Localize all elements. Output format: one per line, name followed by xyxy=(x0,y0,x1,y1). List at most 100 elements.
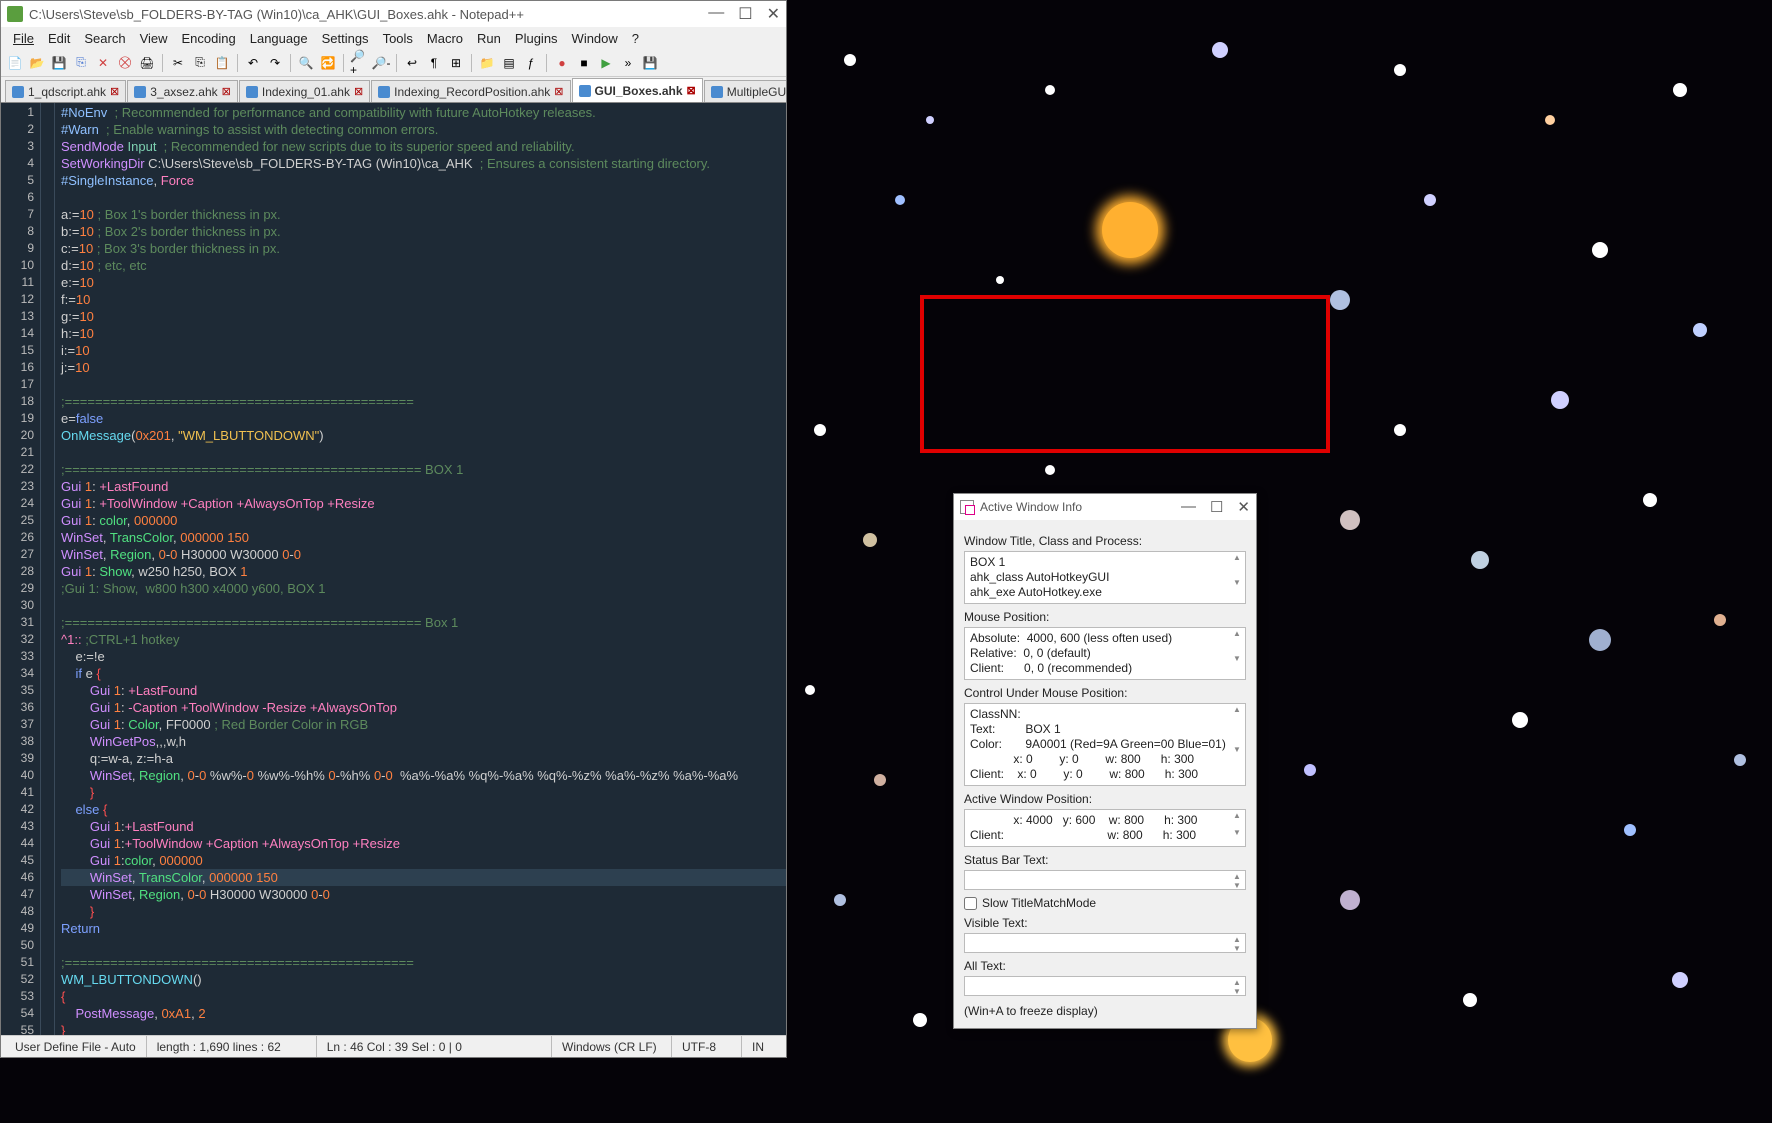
menu-encoding[interactable]: Encoding xyxy=(176,31,242,46)
menu-file[interactable]: File xyxy=(7,31,40,46)
zoom-out-icon[interactable]: 🔎- xyxy=(371,53,391,73)
notepadpp-window: C:\Users\Steve\sb_FOLDERS-BY-TAG (Win10)… xyxy=(0,0,787,1058)
menu-search[interactable]: Search xyxy=(78,31,131,46)
play-macro-icon[interactable]: ▶ xyxy=(596,53,616,73)
box-1-overlay[interactable] xyxy=(920,295,1330,453)
tab-3[interactable]: Indexing_RecordPosition.ahk⊠ xyxy=(371,80,570,102)
awi-maximize-button[interactable]: ☐ xyxy=(1210,498,1223,516)
star xyxy=(1212,42,1228,58)
star xyxy=(1045,465,1055,475)
new-file-icon[interactable]: 📄 xyxy=(5,53,25,73)
awi-title: Active Window Info xyxy=(980,500,1082,514)
record-macro-icon[interactable]: ● xyxy=(552,53,572,73)
star xyxy=(913,1013,927,1027)
doc-map-icon[interactable]: ▤ xyxy=(499,53,519,73)
file-icon xyxy=(246,86,258,98)
awi-field-mouse[interactable]: Absolute: 4000, 600 (less often used) Re… xyxy=(964,627,1246,680)
menu-run[interactable]: Run xyxy=(471,31,507,46)
status-eol: Windows (CR LF) xyxy=(552,1036,672,1057)
run-multiple-icon[interactable]: » xyxy=(618,53,638,73)
tab-1[interactable]: 3_axsez.ahk⊠ xyxy=(127,80,238,102)
npp-statusbar: User Define File - Auto length : 1,690 l… xyxy=(1,1035,786,1057)
tab-close-icon[interactable]: ⊠ xyxy=(354,85,363,98)
awi-field-winpos[interactable]: x: 4000 y: 600 w: 800 h: 300 Client: w: … xyxy=(964,809,1246,847)
cut-icon[interactable]: ✂ xyxy=(168,53,188,73)
paste-icon[interactable]: 📋 xyxy=(212,53,232,73)
star xyxy=(1512,712,1528,728)
awi-label-mouse: Mouse Position: xyxy=(964,610,1246,624)
menu-help[interactable]: ? xyxy=(626,31,645,46)
save-icon[interactable]: 💾 xyxy=(49,53,69,73)
file-icon xyxy=(134,86,146,98)
awi-titlebar[interactable]: Active Window Info — ☐ ✕ xyxy=(954,494,1256,520)
redo-icon[interactable]: ↷ xyxy=(265,53,285,73)
star xyxy=(1734,754,1746,766)
active-window-info-dialog: Active Window Info — ☐ ✕ Window Title, C… xyxy=(953,493,1257,1029)
print-icon[interactable]: 🖨 xyxy=(137,53,157,73)
menu-window[interactable]: Window xyxy=(566,31,624,46)
menu-view[interactable]: View xyxy=(134,31,174,46)
fold-gutter[interactable] xyxy=(41,103,55,1035)
file-icon xyxy=(12,86,24,98)
awi-field-status[interactable]: ▲▼ xyxy=(964,870,1246,890)
menu-language[interactable]: Language xyxy=(244,31,314,46)
menu-tools[interactable]: Tools xyxy=(377,31,419,46)
wordwrap-icon[interactable]: ↩ xyxy=(402,53,422,73)
close-all-icon[interactable]: ⛒ xyxy=(115,53,135,73)
awi-field-control[interactable]: ClassNN: Text: BOX 1 Color: 9A0001 (Red=… xyxy=(964,703,1246,786)
star xyxy=(1340,890,1360,910)
awi-minimize-button[interactable]: — xyxy=(1181,498,1196,516)
awi-field-alltext[interactable]: ▲▼ xyxy=(964,976,1246,996)
tab-close-icon[interactable]: ⊠ xyxy=(554,85,563,98)
awi-slow-titlematch-checkbox[interactable]: Slow TitleMatchMode xyxy=(964,896,1246,910)
npp-toolbar: 📄 📂 💾 ⎘ ✕ ⛒ 🖨 ✂ ⎘ 📋 ↶ ↷ 🔍 🔁 🔎+ 🔎- ↩ ¶ ⊞ … xyxy=(1,49,786,77)
minimize-button[interactable]: — xyxy=(708,4,724,24)
npp-editor[interactable]: 1234567891011121314151617181920212223242… xyxy=(1,103,786,1035)
menu-edit[interactable]: Edit xyxy=(42,31,76,46)
close-file-icon[interactable]: ✕ xyxy=(93,53,113,73)
show-all-chars-icon[interactable]: ¶ xyxy=(424,53,444,73)
star xyxy=(1672,972,1688,988)
tab-0[interactable]: 1_qdscript.ahk⊠ xyxy=(5,80,126,102)
star xyxy=(1589,629,1611,651)
zoom-in-icon[interactable]: 🔎+ xyxy=(349,53,369,73)
awi-slow-titlematch-input[interactable] xyxy=(964,897,977,910)
indent-guide-icon[interactable]: ⊞ xyxy=(446,53,466,73)
awi-label-alltext: All Text: xyxy=(964,959,1246,973)
open-file-icon[interactable]: 📂 xyxy=(27,53,47,73)
save-macro-icon[interactable]: 💾 xyxy=(640,53,660,73)
tab-close-icon[interactable]: ⊠ xyxy=(110,85,119,98)
awi-field-visible[interactable]: ▲▼ xyxy=(964,933,1246,953)
stop-macro-icon[interactable]: ■ xyxy=(574,53,594,73)
tab-close-icon[interactable]: ⊠ xyxy=(222,85,231,98)
save-all-icon[interactable]: ⎘ xyxy=(71,53,91,73)
menu-plugins[interactable]: Plugins xyxy=(509,31,564,46)
tab-4[interactable]: GUI_Boxes.ahk⊠ xyxy=(572,78,703,102)
menu-macro[interactable]: Macro xyxy=(421,31,469,46)
folder-workspace-icon[interactable]: 📁 xyxy=(477,53,497,73)
function-list-icon[interactable]: ƒ xyxy=(521,53,541,73)
star xyxy=(834,894,846,906)
copy-icon[interactable]: ⎘ xyxy=(190,53,210,73)
replace-icon[interactable]: 🔁 xyxy=(318,53,338,73)
star xyxy=(1340,510,1360,530)
maximize-button[interactable]: ☐ xyxy=(738,4,752,24)
npp-app-icon xyxy=(7,6,23,22)
awi-label-status: Status Bar Text: xyxy=(964,853,1246,867)
find-icon[interactable]: 🔍 xyxy=(296,53,316,73)
file-icon xyxy=(579,85,591,97)
tab-5[interactable]: MultipleGUIScript.ahk⊠ xyxy=(704,80,786,102)
awi-app-icon xyxy=(960,500,974,514)
awi-field-title[interactable]: BOX 1 ahk_class AutoHotkeyGUI ahk_exe Au… xyxy=(964,551,1246,604)
npp-titlebar[interactable]: C:\Users\Steve\sb_FOLDERS-BY-TAG (Win10)… xyxy=(1,1,786,27)
undo-icon[interactable]: ↶ xyxy=(243,53,263,73)
awi-close-button[interactable]: ✕ xyxy=(1237,498,1250,516)
close-button[interactable]: ✕ xyxy=(767,4,780,24)
menu-settings[interactable]: Settings xyxy=(316,31,375,46)
tab-close-icon[interactable]: ⊠ xyxy=(687,84,696,97)
star xyxy=(863,533,877,547)
tab-2[interactable]: Indexing_01.ahk⊠ xyxy=(239,80,370,102)
awi-label-visible: Visible Text: xyxy=(964,916,1246,930)
code-area[interactable]: #NoEnv ; Recommended for performance and… xyxy=(55,103,786,1035)
star xyxy=(1592,242,1608,258)
